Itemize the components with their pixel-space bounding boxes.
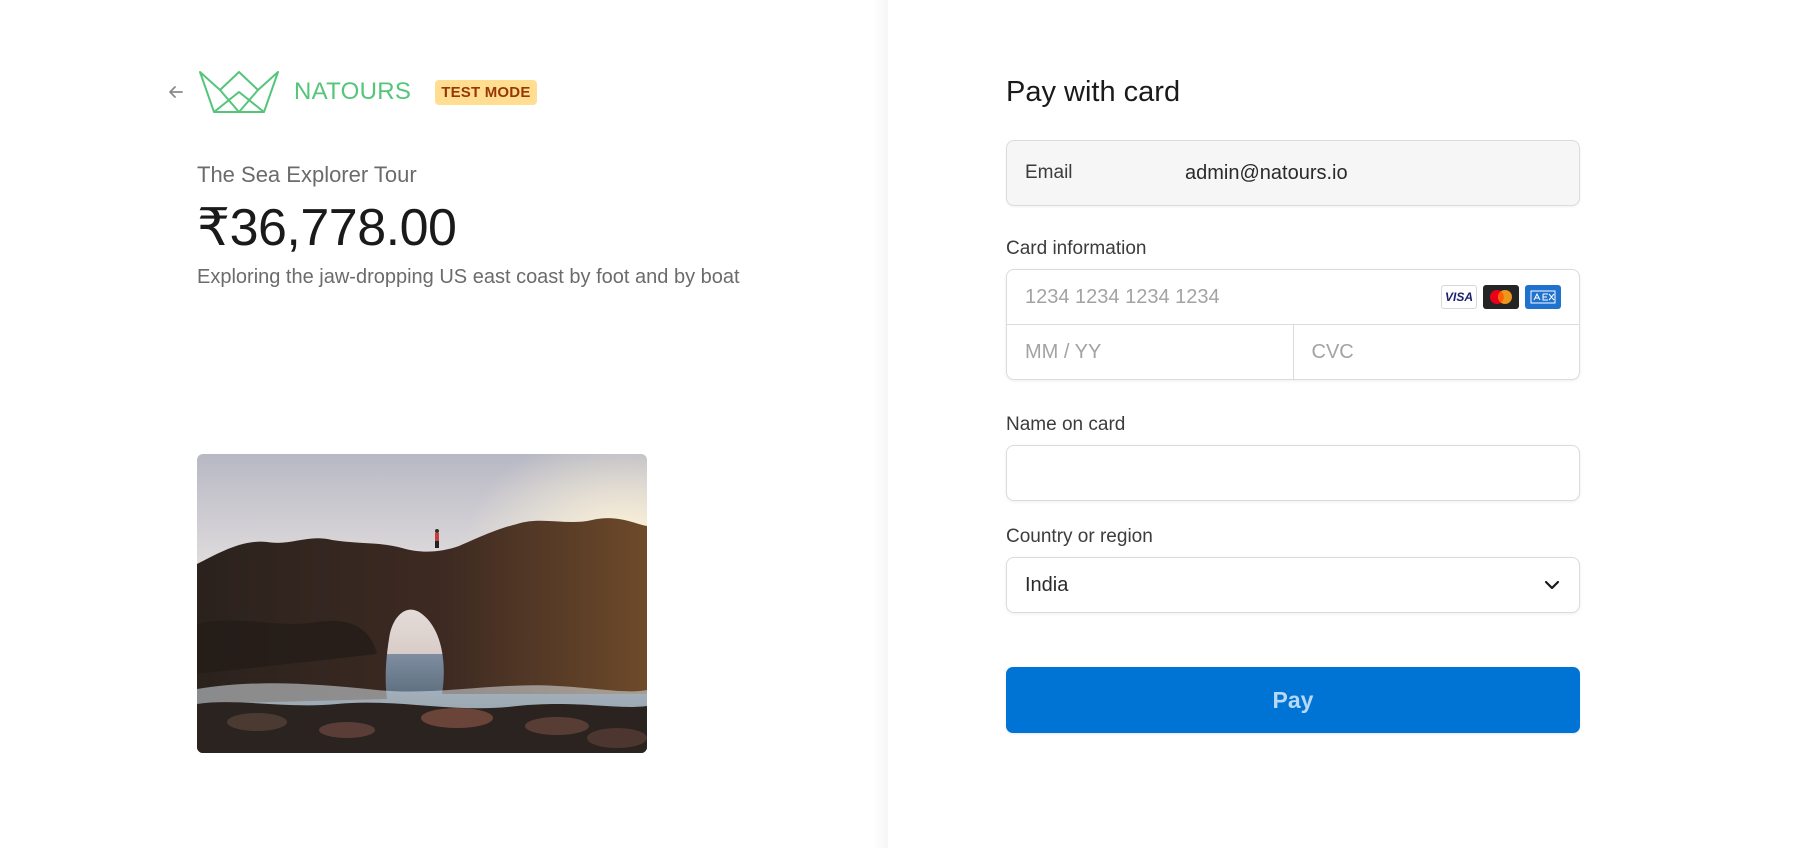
email-value: admin@natours.io xyxy=(1185,161,1348,184)
country-value: India xyxy=(1025,573,1069,596)
test-mode-badge: TEST MODE xyxy=(435,79,537,105)
product-description: Exploring the jaw-dropping US east coast… xyxy=(197,266,740,288)
product-price: ₹36,778.00 xyxy=(197,199,457,257)
card-number-input[interactable]: 1234 1234 1234 1234 VISA xyxy=(1007,270,1579,324)
card-expiry-cvc-row: MM / YY CVC xyxy=(1007,324,1579,379)
name-on-card-input[interactable] xyxy=(1006,445,1580,501)
pay-button[interactable]: Pay xyxy=(1006,667,1580,733)
email-field[interactable]: Email admin@natours.io xyxy=(1006,140,1580,206)
country-label: Country or region xyxy=(1006,526,1153,547)
payment-panel: Pay with card Email admin@natours.io Car… xyxy=(1006,70,1580,733)
name-on-card-label: Name on card xyxy=(1006,414,1126,435)
card-brands: VISA xyxy=(1441,285,1561,309)
brand-name: NATOURS xyxy=(294,78,412,105)
visa-icon: VISA xyxy=(1441,285,1477,309)
chevron-down-icon xyxy=(1544,580,1560,590)
crown-logo-icon xyxy=(199,71,279,113)
mastercard-icon xyxy=(1483,285,1519,309)
payment-title: Pay with card xyxy=(1006,75,1181,108)
product-details: The Sea Explorer Tour ₹36,778.00 Explori… xyxy=(197,162,757,291)
cvc-placeholder: CVC xyxy=(1311,340,1354,363)
amex-icon xyxy=(1525,285,1561,309)
email-label: Email xyxy=(1025,162,1073,183)
card-info-label: Card information xyxy=(1006,238,1147,259)
cvc-input[interactable]: CVC xyxy=(1292,325,1580,379)
panel-divider xyxy=(872,0,888,848)
country-select[interactable]: India xyxy=(1006,557,1580,613)
card-number-placeholder: 1234 1234 1234 1234 xyxy=(1025,285,1220,308)
order-summary-panel: NATOURS TEST MODE The Sea Explorer Tour … xyxy=(0,0,888,848)
header: NATOURS TEST MODE xyxy=(164,70,537,114)
tour-photo xyxy=(197,454,647,753)
card-info-box: 1234 1234 1234 1234 VISA MM / YY CVC xyxy=(1006,269,1580,380)
product-name: The Sea Explorer Tour xyxy=(197,162,417,187)
arrow-left-icon[interactable] xyxy=(164,80,188,104)
expiry-input[interactable]: MM / YY xyxy=(1007,325,1293,379)
expiry-placeholder: MM / YY xyxy=(1025,340,1102,363)
